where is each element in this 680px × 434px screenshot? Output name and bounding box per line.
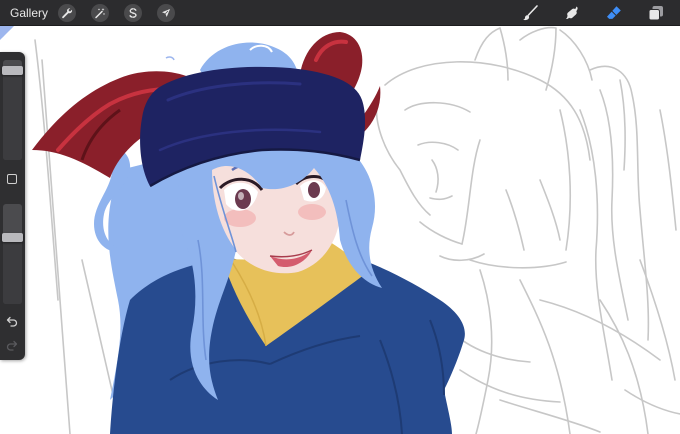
undo-button[interactable] (5, 314, 19, 328)
actions-button[interactable] (58, 3, 77, 22)
smudge-icon (565, 6, 578, 20)
eraser-icon (607, 6, 621, 19)
brush-size-fill (3, 75, 22, 160)
redo-icon (6, 340, 18, 351)
modify-button[interactable] (7, 174, 17, 184)
artwork-illustration (0, 26, 680, 434)
transform-button[interactable] (157, 3, 176, 22)
adjustments-button[interactable] (91, 3, 110, 22)
gallery-button[interactable]: Gallery (10, 6, 48, 20)
right-tool-group (520, 0, 666, 26)
layers-button[interactable] (646, 3, 666, 23)
redo-button[interactable] (5, 338, 19, 352)
layers-icon (648, 6, 663, 21)
smudge-tool-button[interactable] (562, 3, 582, 23)
opacity-slider[interactable] (2, 204, 23, 304)
eraser-tool-button[interactable] (604, 3, 624, 23)
hair-strand-edge (0, 26, 14, 40)
left-sidebar (0, 52, 25, 360)
hair-fleck (165, 56, 175, 61)
magic-wand-icon (95, 7, 105, 18)
brush-size-slider[interactable] (2, 60, 23, 160)
drawing-canvas[interactable] (0, 26, 680, 434)
opacity-thumb[interactable] (2, 233, 23, 242)
selection-button[interactable] (124, 3, 143, 22)
undo-icon (6, 316, 18, 327)
top-toolbar: Gallery (0, 0, 680, 26)
wrench-icon (62, 7, 73, 18)
brush-tool-button[interactable] (520, 3, 540, 23)
opacity-fill (3, 242, 22, 304)
brush-size-thumb[interactable] (2, 66, 23, 75)
brush-icon (523, 5, 538, 21)
selection-s-icon (129, 7, 137, 18)
character-layer (32, 32, 465, 434)
arrow-cursor-icon (162, 8, 171, 17)
